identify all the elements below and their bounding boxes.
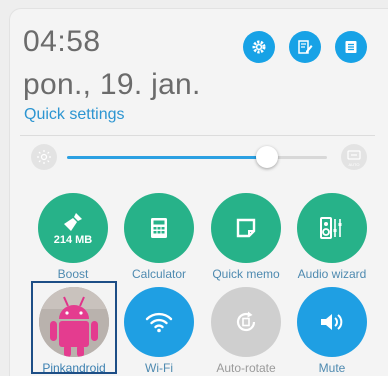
broom-icon [64, 212, 82, 231]
tile-calculator[interactable]: Calculator [116, 193, 202, 281]
edit-icon [298, 40, 313, 54]
wifi-icon [145, 312, 173, 333]
auto-rotate-button[interactable] [211, 287, 281, 357]
brightness-track-empty [277, 156, 327, 159]
clock-time: 04:58 [23, 25, 101, 58]
brightness-low-icon [37, 150, 51, 164]
calculator-button[interactable] [124, 193, 194, 263]
user-avatar[interactable] [39, 287, 109, 357]
equalizer-icon [320, 217, 342, 239]
calculator-icon [151, 218, 167, 238]
tile-boost[interactable]: 214 MB Boost [30, 193, 116, 281]
tile-quick-memo[interactable]: Quick memo [203, 193, 289, 281]
tile-audio-wizard[interactable]: Audio wizard [289, 193, 375, 281]
wifi-button[interactable] [124, 287, 194, 357]
android-avatar-image [39, 287, 109, 357]
quick-settings-title: Quick settings [24, 106, 125, 123]
clock-date: pon., 19. jan. [23, 68, 201, 101]
calculator-label: Calculator [131, 267, 187, 281]
brightness-low-button[interactable] [31, 144, 57, 170]
auto-rotate-label: Auto-rotate [216, 361, 276, 375]
memo-icon [236, 218, 256, 238]
brightness-slider[interactable]: AUTO [22, 141, 378, 173]
boost-button[interactable]: 214 MB [38, 193, 108, 263]
quick-memo-button[interactable] [211, 193, 281, 263]
rotate-icon [236, 311, 256, 332]
boost-label: Boost [57, 267, 89, 281]
audio-wizard-button[interactable] [297, 193, 367, 263]
settings-button[interactable] [243, 31, 275, 63]
notes-icon [345, 41, 357, 53]
settings-icon [252, 40, 266, 54]
brightness-track-filled [67, 156, 267, 159]
auto-brightness-label: AUTO [348, 161, 360, 167]
auto-brightness-button[interactable]: AUTO [341, 144, 367, 170]
quick-memo-label: Quick memo [212, 267, 280, 281]
tile-user-pinkandroid[interactable]: Pinkandroid [31, 287, 117, 375]
boost-memory-value: 214 MB [53, 233, 93, 246]
mute-button[interactable] [297, 287, 367, 357]
audio-wizard-label: Audio wizard [297, 267, 367, 281]
volume-icon [321, 314, 343, 330]
tile-mute[interactable]: Mute [289, 287, 375, 375]
wifi-label: Wi-Fi [145, 361, 173, 375]
brightness-thumb[interactable] [256, 146, 278, 168]
tile-auto-rotate[interactable]: Auto-rotate [203, 287, 289, 375]
edit-button[interactable] [289, 31, 321, 63]
user-label: Pinkandroid [42, 361, 106, 375]
tile-wifi[interactable]: Wi-Fi [116, 287, 202, 375]
header-divider [20, 135, 375, 136]
notes-button[interactable] [335, 31, 367, 63]
mute-label: Mute [318, 361, 346, 375]
